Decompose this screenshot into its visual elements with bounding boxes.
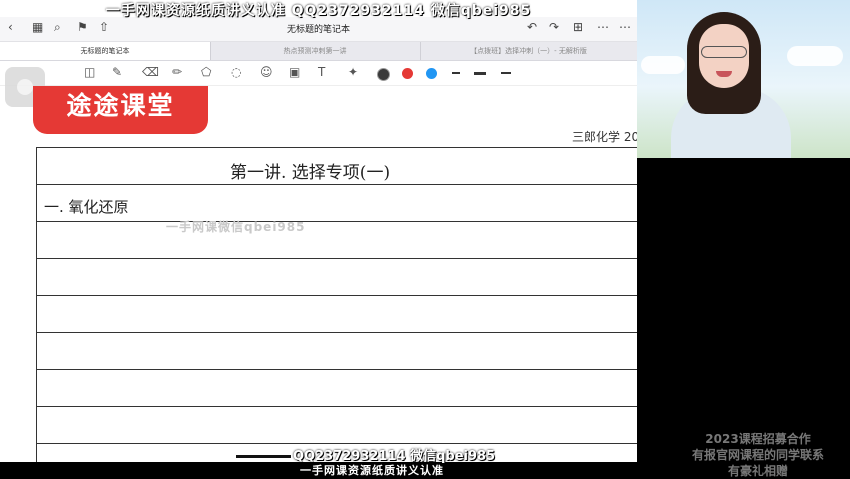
rule-line (37, 332, 637, 333)
faint-watermark: 一手网课微信qbei985 (166, 220, 306, 234)
stroke-thick[interactable] (501, 72, 511, 74)
rule-line (37, 258, 637, 259)
add-page-icon[interactable]: ⊞ (573, 20, 583, 34)
laser-pointer-icon[interactable]: ✦ (348, 65, 358, 79)
more-icon[interactable]: ⋯ (597, 20, 609, 34)
logo: 途途课堂 (33, 86, 208, 134)
bottom-caption: 一手网课资源纸质讲义认准 (300, 464, 444, 477)
tab-lecture[interactable]: 热点预测冲刺第一讲 (210, 42, 421, 60)
notes-app: ‹ ▦ ⌕ ⚑ ⇧ 无标题的笔记本 ↶ ↷ ⊞ ⋯ ⋯ 无标题的笔记本 热点预测… (0, 0, 637, 462)
text-icon[interactable]: T (318, 65, 325, 79)
tab-bar: 无标题的笔记本 热点预测冲刺第一讲 【点拨班】选择冲刺（一）- 无解析版 (0, 42, 637, 61)
promo-text: 2023课程招募合作 有报官网课程的同学联系 有豪礼相赠 (666, 431, 850, 479)
rule-line (37, 406, 637, 407)
rule-line (37, 184, 637, 185)
sticker-icon[interactable]: ☺ (260, 65, 273, 79)
teacher-webcam (637, 0, 850, 158)
tab-notebook[interactable]: 无标题的笔记本 (0, 42, 211, 60)
redo-icon[interactable]: ↷ (549, 20, 559, 34)
drawing-toolbar: ◫ ✎ ⌫ ✏ ⬠ ◌ ☺ ▣ T ✦ (0, 61, 637, 86)
more-options-icon[interactable]: ⋯ (619, 20, 631, 34)
page-layout-icon[interactable]: ◫ (84, 65, 95, 79)
lecture-heading: 第一讲. 选择专项(一) (230, 163, 391, 183)
rule-line (37, 369, 637, 370)
document-title[interactable]: 无标题的笔记本 (0, 22, 637, 35)
color-black[interactable] (377, 68, 390, 81)
eraser-icon[interactable]: ⌫ (142, 65, 159, 79)
shapes-icon[interactable]: ⬠ (201, 65, 211, 79)
rule-line (37, 443, 637, 444)
glasses-icon (701, 46, 747, 58)
pen-icon[interactable]: ✎ (112, 65, 122, 79)
tab-worksheet[interactable]: 【点拨班】选择冲刺（一）- 无解析版 (420, 42, 637, 60)
rule-line (37, 221, 637, 222)
stroke-thin[interactable] (452, 72, 460, 74)
promo-line: 2023课程招募合作 (705, 432, 811, 446)
color-blue[interactable] (426, 68, 437, 79)
rule-line (37, 295, 637, 296)
promo-line: 有报官网课程的同学联系 (691, 448, 824, 462)
promo-line: 有豪礼相赠 (727, 464, 788, 478)
lasso-icon[interactable]: ◌ (231, 65, 241, 79)
top-watermark: 一手网课资源纸质讲义认准 QQ2372932114 微信qbei985 (105, 3, 532, 19)
color-red[interactable] (402, 68, 413, 79)
stroke-medium[interactable] (474, 72, 486, 75)
app-title-bar: ‹ ▦ ⌕ ⚑ ⇧ 无标题的笔记本 ↶ ↷ ⊞ ⋯ ⋯ (0, 17, 637, 42)
image-icon[interactable]: ▣ (289, 65, 300, 79)
rule-line (37, 147, 637, 148)
undo-icon[interactable]: ↶ (527, 20, 537, 34)
ruled-sheet[interactable] (36, 147, 637, 462)
brand-label: 三郎化学 20 (572, 130, 637, 144)
handwritten-note: 一. 氧化还原 (44, 198, 129, 216)
highlighter-icon[interactable]: ✏ (172, 65, 182, 79)
